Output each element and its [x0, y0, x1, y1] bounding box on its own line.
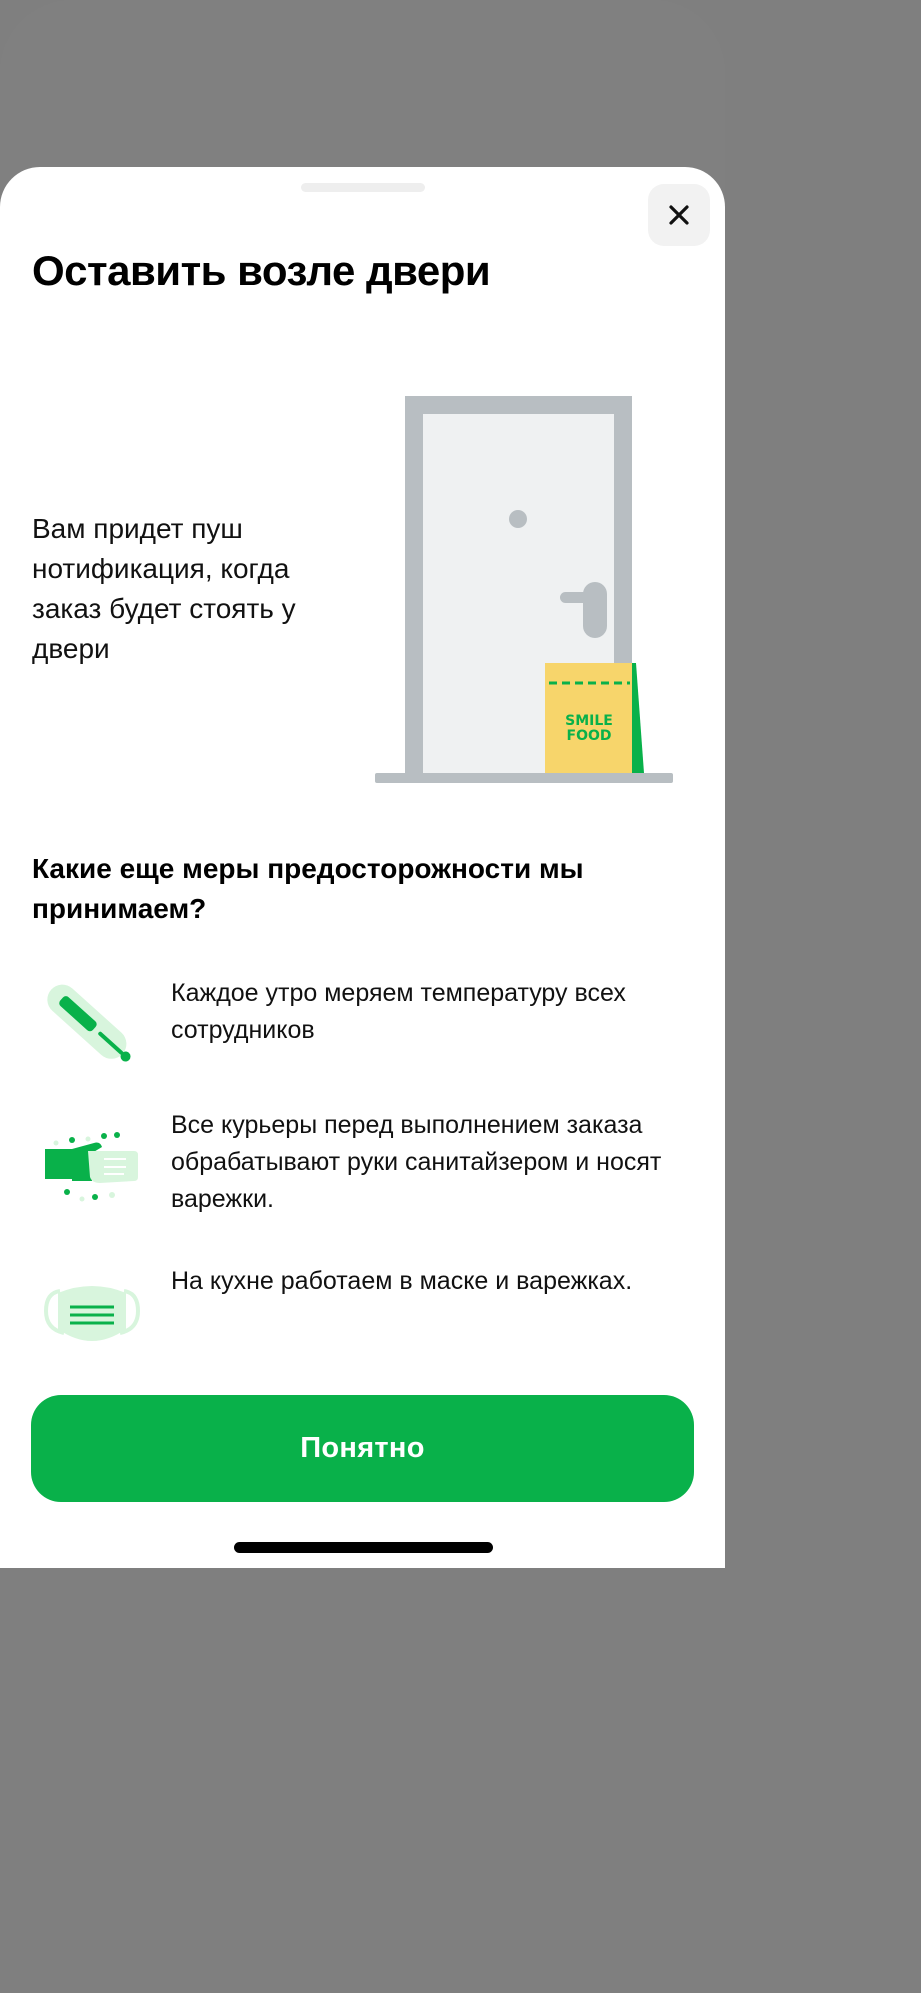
thermometer-icon: [47, 984, 131, 1062]
precaution-item: Все курьеры перед выполнением заказа обр…: [32, 1107, 692, 1227]
screen: Оставить возле двери Вам придет пуш ноти…: [0, 0, 725, 1568]
close-button[interactable]: [648, 184, 710, 246]
ok-button[interactable]: Понятно: [31, 1395, 694, 1502]
precaution-item: На кухне работаем в маске и варежках.: [32, 1263, 692, 1383]
door-with-bag-illustration: SMILE FOOD: [375, 396, 673, 783]
bag-logo-line2: FOOD: [567, 728, 612, 744]
face-mask-icon: [43, 1286, 141, 1341]
hand-sanitizer-icon: [45, 1132, 138, 1202]
sheet-grabber[interactable]: [301, 183, 425, 192]
home-indicator[interactable]: [234, 1542, 493, 1553]
precaution-text: На кухне работаем в маске и варежках.: [171, 1267, 633, 1295]
precaution-text: Каждое утро меряем температуру всех сотр…: [171, 979, 626, 1044]
precaution-item: Каждое утро меряем температуру всех сотр…: [32, 975, 692, 1095]
bottom-sheet: Оставить возле двери Вам придет пуш ноти…: [0, 167, 725, 1568]
precautions-title: Какие еще меры предосторожности мы прини…: [32, 853, 584, 924]
precaution-text: Все курьеры перед выполнением заказа обр…: [171, 1111, 662, 1213]
close-icon: [669, 205, 689, 225]
intro-text: Вам придет пуш нотификация, когда заказ …: [32, 513, 296, 664]
bag-logo-line1: SMILE: [565, 713, 613, 729]
sheet-title: Оставить возле двери: [32, 247, 491, 294]
